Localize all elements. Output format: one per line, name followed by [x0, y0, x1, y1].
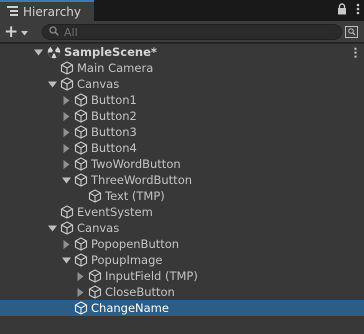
tree-item-label: PopupImage	[91, 253, 163, 267]
hierarchy-list-icon	[7, 5, 18, 19]
tree-item-label: Text (TMP)	[105, 189, 165, 203]
chevron-down-icon	[21, 25, 29, 39]
gameobject-cube-icon	[88, 268, 102, 284]
tree-item[interactable]: Button2	[0, 108, 364, 124]
collapse-arrow-icon[interactable]	[76, 284, 85, 300]
tree-item[interactable]: Button4	[0, 140, 364, 156]
expand-arrow-icon[interactable]	[62, 172, 71, 188]
gameobject-cube-icon	[60, 60, 74, 76]
tree-item[interactable]: Canvas	[0, 220, 364, 236]
search-icon	[49, 25, 59, 39]
tree-item[interactable]: Button1	[0, 92, 364, 108]
tree-item[interactable]: TwoWordButton	[0, 156, 364, 172]
gameobject-cube-icon	[88, 188, 102, 204]
tree-item[interactable]: PopopenButton	[0, 236, 364, 252]
unity-scene-icon	[47, 44, 61, 60]
lock-icon[interactable]	[337, 3, 347, 18]
tree-item-label: InputField (TMP)	[105, 269, 198, 283]
gameobject-cube-icon	[74, 300, 88, 316]
collapse-arrow-icon[interactable]	[62, 124, 71, 140]
tree-item-label: TwoWordButton	[91, 157, 181, 171]
collapse-arrow-icon[interactable]	[62, 92, 71, 108]
more-options-icon[interactable]	[356, 3, 360, 18]
gameobject-cube-icon	[60, 220, 74, 236]
gameobject-cube-icon	[74, 156, 88, 172]
tree-item[interactable]: InputField (TMP)	[0, 268, 364, 284]
gameobject-cube-icon	[60, 76, 74, 92]
collapse-arrow-icon[interactable]	[62, 156, 71, 172]
tree-item-label: Button4	[91, 141, 137, 155]
gameobject-cube-icon	[74, 172, 88, 188]
tree-item-label: Button1	[91, 93, 137, 107]
tree-item[interactable]: Canvas	[0, 76, 364, 92]
collapse-arrow-icon[interactable]	[62, 140, 71, 156]
tree-item-label: Button2	[91, 109, 137, 123]
search-field[interactable]: All	[42, 24, 342, 40]
tree-item-label: PopopenButton	[91, 237, 180, 251]
tab-bar: Hierarchy	[0, 0, 364, 21]
tree-item[interactable]: Text (TMP)	[0, 188, 364, 204]
tree-item-label: CloseButton	[105, 285, 175, 299]
tree-item[interactable]: Button3	[0, 124, 364, 140]
search-placeholder: All	[64, 25, 78, 39]
tab-actions	[337, 3, 360, 18]
tree-item[interactable]: ChangeName	[0, 300, 364, 316]
tree-item[interactable]: EventSystem	[0, 204, 364, 220]
gameobject-cube-icon	[74, 140, 88, 156]
tab-title: Hierarchy	[23, 4, 82, 19]
tree-item-label: Canvas	[77, 77, 120, 91]
expand-arrow-icon[interactable]	[48, 76, 57, 92]
scene-label: SampleScene*	[64, 45, 157, 59]
tree-item[interactable]: ThreeWordButton	[0, 172, 364, 188]
tree-item[interactable]: Main Camera	[0, 60, 364, 76]
tree-item[interactable]: PopupImage	[0, 252, 364, 268]
gameobject-cube-icon	[74, 252, 88, 268]
search-filter-button[interactable]	[344, 24, 360, 40]
gameobject-cube-icon	[60, 204, 74, 220]
tree-item-label: Button3	[91, 125, 137, 139]
tree-item[interactable]: CloseButton	[0, 284, 364, 300]
tree-item-label: Main Camera	[77, 61, 154, 75]
collapse-arrow-icon[interactable]	[62, 108, 71, 124]
scene-row[interactable]: SampleScene* ⋯	[0, 44, 364, 60]
tree-item-label: ChangeName	[91, 301, 169, 315]
tab-hierarchy[interactable]: Hierarchy	[0, 0, 94, 21]
gameobject-cube-icon	[74, 124, 88, 140]
gameobject-cube-icon	[88, 284, 102, 300]
expand-arrow-icon[interactable]	[48, 220, 57, 236]
gameobject-cube-icon	[74, 236, 88, 252]
plus-icon: +	[4, 22, 19, 42]
hierarchy-tree: SampleScene* ⋯ Main Camera Canvas Button1 B…	[0, 44, 364, 334]
hierarchy-toolbar: + All	[0, 21, 364, 43]
tree-item-label: ThreeWordButton	[91, 173, 193, 187]
expand-arrow-icon[interactable]	[62, 252, 71, 268]
tree-item-label: Canvas	[77, 221, 120, 235]
create-dropdown-button[interactable]: +	[4, 22, 30, 42]
gameobject-cube-icon	[74, 108, 88, 124]
tree-item-label: EventSystem	[77, 205, 153, 219]
gameobject-cube-icon	[74, 92, 88, 108]
collapse-arrow-icon[interactable]	[62, 236, 71, 252]
scene-menu-icon[interactable]: ⋯	[348, 47, 362, 58]
collapse-arrow-icon[interactable]	[76, 268, 85, 284]
filter-icon	[344, 26, 360, 43]
expand-arrow-icon[interactable]	[34, 44, 43, 60]
